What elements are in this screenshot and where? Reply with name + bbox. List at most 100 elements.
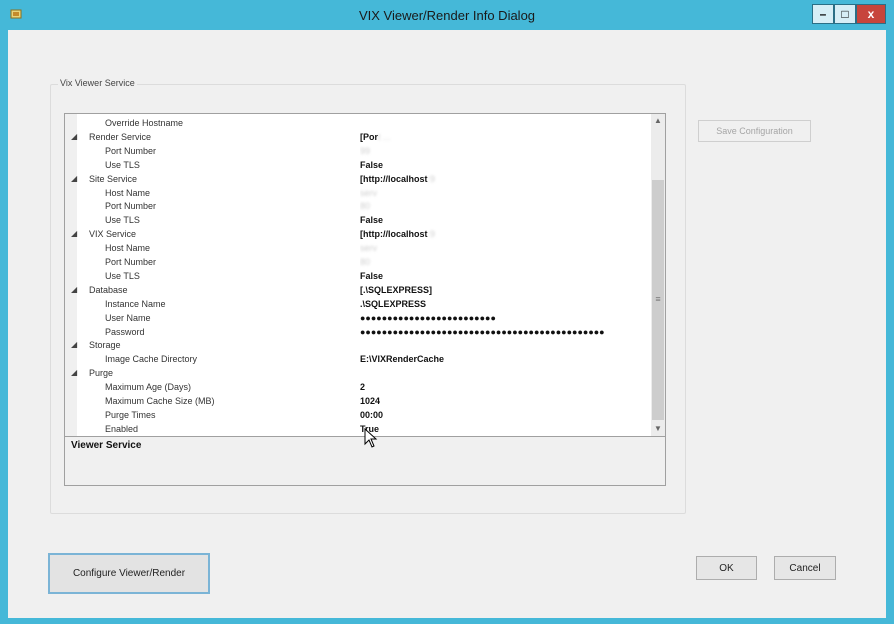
property-name: Password bbox=[105, 326, 145, 337]
property-row[interactable]: Override Hostname bbox=[65, 116, 651, 130]
redacted-value: t ... bbox=[378, 131, 391, 142]
property-row[interactable]: Port Number 99 bbox=[65, 144, 651, 158]
property-name: Maximum Cache Size (MB) bbox=[105, 396, 215, 406]
property-value[interactable]: [.\SQLEXPRESS] bbox=[360, 283, 650, 297]
property-row[interactable]: Maximum Age (Days) 2 bbox=[65, 380, 651, 394]
property-row[interactable]: Host Name serv bbox=[65, 241, 651, 255]
property-row[interactable]: Port Number 80 bbox=[65, 255, 651, 269]
scroll-down-icon[interactable]: ▼ bbox=[651, 422, 665, 436]
redacted-value: :9 bbox=[427, 173, 436, 184]
property-name: Purge Times bbox=[105, 409, 156, 420]
property-name: Image Cache Directory bbox=[105, 354, 198, 365]
property-value-text: False bbox=[360, 159, 384, 170]
expander-triangle-icon[interactable]: ◢ bbox=[71, 172, 79, 186]
property-value[interactable]: ●●●●●●●●●●●●●●●●●●●●●●●●● bbox=[360, 311, 650, 325]
property-name: User Name bbox=[105, 312, 151, 323]
cancel-button[interactable]: Cancel bbox=[774, 556, 836, 580]
property-name: Instance Name bbox=[105, 298, 166, 309]
property-value-text: [Por bbox=[360, 131, 378, 142]
property-value[interactable]: False bbox=[360, 269, 650, 283]
property-value-text: 2 bbox=[360, 382, 366, 393]
property-value-text: [http://localhost bbox=[360, 229, 428, 240]
property-grid[interactable]: Override Hostname ◢ Render Service [Port ..… bbox=[64, 113, 666, 437]
property-value-text: False bbox=[360, 215, 384, 226]
ok-button[interactable]: OK bbox=[696, 556, 757, 580]
expander-triangle-icon[interactable]: ◢ bbox=[71, 227, 79, 241]
scroll-up-icon[interactable]: ▲ bbox=[651, 114, 665, 128]
property-value-text: 00:00 bbox=[360, 409, 384, 420]
property-value[interactable]: 00:00 bbox=[360, 408, 650, 422]
property-row[interactable]: ◢ Database [.\SQLEXPRESS] bbox=[65, 283, 651, 297]
expander-triangle-icon[interactable]: ◢ bbox=[71, 366, 79, 380]
property-value[interactable]: [http://localhost:9 bbox=[360, 227, 650, 241]
property-value[interactable]: [http://localhost:9 bbox=[360, 172, 650, 186]
property-name: VIX Service bbox=[89, 229, 137, 240]
vertical-scrollbar[interactable]: ▲ ≡ ▼ bbox=[651, 114, 665, 436]
property-row[interactable]: User Name ●●●●●●●●●●●●●●●●●●●●●●●●● bbox=[65, 311, 651, 325]
property-value-text: ●●●●●●●●●●●●●●●●●●●●●●●●● bbox=[360, 312, 496, 323]
redacted-value: 99 bbox=[360, 145, 371, 156]
expander-triangle-icon[interactable]: ◢ bbox=[71, 338, 79, 352]
property-name: Use TLS bbox=[105, 159, 140, 170]
property-value[interactable]: 2 bbox=[360, 380, 650, 394]
property-name: Use TLS bbox=[105, 270, 140, 281]
redacted-value: 80 bbox=[360, 257, 371, 267]
property-row[interactable]: Use TLS False bbox=[65, 269, 651, 283]
property-value[interactable]: 80 bbox=[360, 199, 650, 213]
redacted-value: serv bbox=[360, 187, 378, 198]
property-value[interactable]: E:\VIXRenderCache bbox=[360, 352, 650, 366]
property-value[interactable]: [Port ... bbox=[360, 130, 650, 144]
property-name: Port Number bbox=[105, 201, 157, 212]
property-value[interactable]: False bbox=[360, 158, 650, 172]
property-row[interactable]: Use TLS False bbox=[65, 158, 651, 172]
property-row[interactable]: ◢ Storage bbox=[65, 338, 651, 352]
property-value-text: 1024 bbox=[360, 396, 381, 406]
configure-viewer-render-button[interactable]: Configure Viewer/Render bbox=[48, 553, 210, 594]
scrollbar-thumb[interactable]: ≡ bbox=[652, 180, 664, 420]
groupbox-label: Vix Viewer Service bbox=[58, 78, 137, 88]
property-value-text: ●●●●●●●●●●●●●●●●●●●●●●●●●●●●●●●●●●●●●●●●… bbox=[360, 326, 605, 337]
expander-triangle-icon[interactable]: ◢ bbox=[71, 283, 79, 297]
property-row[interactable]: Password ●●●●●●●●●●●●●●●●●●●●●●●●●●●●●●●●… bbox=[65, 325, 651, 339]
property-name: Enabled bbox=[105, 423, 139, 434]
property-value[interactable]: 99 bbox=[360, 144, 650, 158]
expander-triangle-icon[interactable]: ◢ bbox=[71, 130, 79, 144]
property-row[interactable]: Enabled True bbox=[65, 422, 651, 436]
property-row[interactable]: ◢ Purge bbox=[65, 366, 651, 380]
property-row[interactable]: Port Number 80 bbox=[65, 199, 651, 213]
property-value[interactable]: serv bbox=[360, 186, 650, 200]
property-name: Host Name bbox=[105, 187, 151, 198]
property-row[interactable]: Purge Times 00:00 bbox=[65, 408, 651, 422]
property-value[interactable]: False bbox=[360, 213, 650, 227]
property-row[interactable]: Host Name serv bbox=[65, 186, 651, 200]
property-row[interactable]: Maximum Cache Size (MB) 1024 bbox=[65, 394, 651, 408]
property-value[interactable]: 80 bbox=[360, 255, 650, 269]
title-bar[interactable]: VIX Viewer/Render Info Dialog – □ x bbox=[0, 0, 894, 30]
property-row[interactable]: Instance Name .\SQLEXPRESS bbox=[65, 297, 651, 311]
window-title: VIX Viewer/Render Info Dialog bbox=[358, 8, 536, 23]
property-row[interactable]: Use TLS False bbox=[65, 213, 651, 227]
property-row[interactable]: ◢ VIX Service [http://localhost:9 bbox=[65, 227, 651, 241]
property-value[interactable]: serv bbox=[360, 241, 650, 255]
property-name: Purge bbox=[89, 368, 114, 379]
property-name: Host Name bbox=[105, 243, 151, 254]
property-value-text: E:\VIXRenderCache bbox=[360, 354, 445, 365]
property-value[interactable]: 1024 bbox=[360, 394, 650, 408]
redacted-value: serv bbox=[360, 243, 378, 254]
property-name: Override Hostname bbox=[105, 118, 184, 128]
property-name: Render Service bbox=[89, 131, 152, 142]
save-configuration-button[interactable]: Save Configuration bbox=[698, 120, 811, 142]
property-row[interactable]: ◢ Render Service [Port ... bbox=[65, 130, 651, 144]
property-value[interactable]: ●●●●●●●●●●●●●●●●●●●●●●●●●●●●●●●●●●●●●●●●… bbox=[360, 325, 650, 339]
scrollbar-grip-icon: ≡ bbox=[655, 294, 661, 304]
property-row[interactable]: ◢ Site Service [http://localhost:9 bbox=[65, 172, 651, 186]
mouse-cursor-icon bbox=[364, 428, 378, 448]
maximize-button[interactable]: □ bbox=[834, 4, 856, 24]
property-value-text: .\SQLEXPRESS bbox=[360, 298, 427, 309]
minimize-button[interactable]: – bbox=[812, 4, 834, 24]
property-value-text: False bbox=[360, 270, 384, 281]
property-value[interactable]: .\SQLEXPRESS bbox=[360, 297, 650, 311]
property-row[interactable]: Image Cache Directory E:\VIXRenderCache bbox=[65, 352, 651, 366]
property-value[interactable]: True bbox=[360, 422, 650, 436]
close-button[interactable]: x bbox=[856, 4, 886, 24]
